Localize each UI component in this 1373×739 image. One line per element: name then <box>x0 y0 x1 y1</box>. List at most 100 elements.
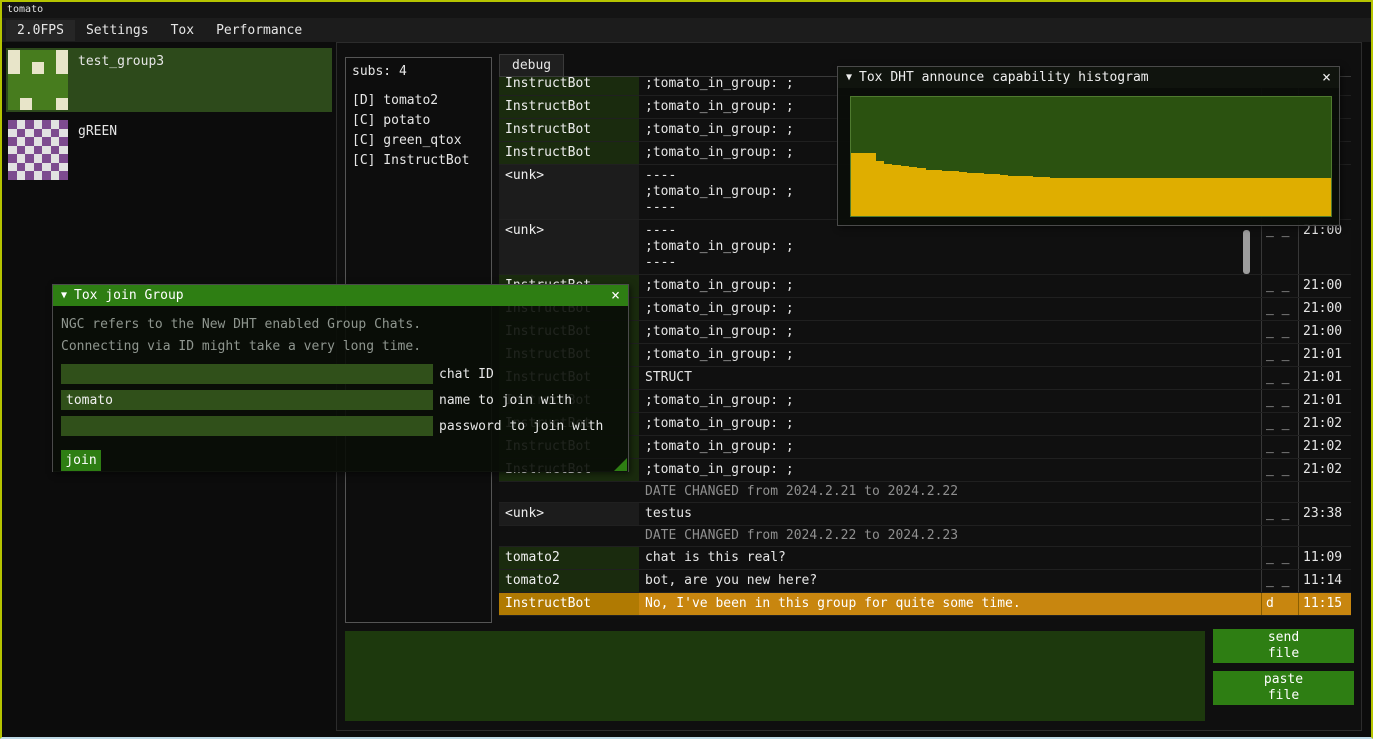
collapse-icon[interactable]: ▼ <box>846 72 852 83</box>
message-text: ----;tomato_in_group: ;---- <box>639 220 1261 274</box>
histogram-titlebar[interactable]: ▼ Tox DHT announce capability histogram … <box>838 67 1339 88</box>
message-status: _ _ <box>1261 298 1298 320</box>
message-text: STRUCT <box>639 367 1261 389</box>
message-text: ;tomato_in_group: ; <box>639 321 1261 343</box>
histogram-bin <box>1249 178 1257 216</box>
message-status <box>1261 526 1298 546</box>
histogram-bin <box>984 174 992 216</box>
message-time <box>1298 526 1351 546</box>
message-status: _ _ <box>1261 390 1298 412</box>
message-status: _ _ <box>1261 459 1298 481</box>
histogram-bin <box>1124 178 1132 216</box>
histogram-bin <box>1240 178 1248 216</box>
window-title: tomato <box>7 4 43 15</box>
histogram-bin <box>1083 178 1091 216</box>
message-row[interactable]: tomato2bot, are you new here?_ _11:14 <box>499 570 1351 593</box>
join-hint-2: Connecting via ID might take a very long… <box>53 336 628 358</box>
histogram-bin <box>926 170 934 216</box>
histogram-bin <box>959 172 967 216</box>
histogram-bin <box>1224 178 1232 216</box>
message-author: tomato2 <box>499 570 639 592</box>
message-row[interactable]: DATE CHANGED from 2024.2.21 to 2024.2.22 <box>499 482 1351 503</box>
histogram-bin <box>1315 178 1323 216</box>
message-author: InstructBot <box>499 77 639 95</box>
password-field[interactable] <box>61 416 433 436</box>
join-field-row: chat ID <box>61 364 620 384</box>
collapse-icon[interactable]: ▼ <box>61 290 67 301</box>
sidebar-group-green[interactable]: gREEN <box>6 118 332 182</box>
close-icon[interactable]: × <box>1322 67 1331 88</box>
menu-item-tox[interactable]: Tox <box>160 20 205 41</box>
message-time: 11:09 <box>1298 547 1351 569</box>
join-hint-1: NGC refers to the New DHT enabled Group … <box>53 314 628 336</box>
messages-scrollbar[interactable] <box>1243 230 1250 274</box>
histogram-bin <box>892 165 900 216</box>
resize-grip[interactable] <box>614 458 627 471</box>
join-button[interactable]: join <box>61 450 101 471</box>
join-group-title: Tox join Group <box>74 288 184 303</box>
message-text: No, I've been in this group for quite so… <box>639 593 1261 615</box>
histogram-bin <box>1273 178 1281 216</box>
histogram-bin <box>1298 178 1306 216</box>
histogram-bin <box>1058 178 1066 216</box>
histogram-bin <box>950 171 958 216</box>
histogram-window: ▼ Tox DHT announce capability histogram … <box>837 66 1340 226</box>
histogram-bin <box>1166 178 1174 216</box>
message-status: _ _ <box>1261 220 1298 274</box>
message-input[interactable] <box>345 631 1205 721</box>
histogram-bin <box>934 170 942 216</box>
message-row[interactable]: InstructBotNo, I've been in this group f… <box>499 593 1351 616</box>
composer <box>345 631 1205 721</box>
menu-item-settings[interactable]: Settings <box>75 20 160 41</box>
histogram-bin <box>868 153 876 216</box>
join-group-window: ▼ Tox join Group × NGC refers to the New… <box>52 284 629 472</box>
histogram-plot <box>850 96 1332 217</box>
menubar: 2.0FPSSettingsToxPerformance <box>2 18 1371 42</box>
message-row[interactable]: DATE CHANGED from 2024.2.22 to 2024.2.23 <box>499 526 1351 547</box>
send-file-label-1: send <box>1268 630 1299 646</box>
chat-id-field[interactable] <box>61 364 433 384</box>
message-row[interactable]: tomato2chat is this real?_ _11:09 <box>499 547 1351 570</box>
paste-file-button[interactable]: paste file <box>1213 671 1354 705</box>
histogram-bin <box>876 161 884 216</box>
message-status: _ _ <box>1261 344 1298 366</box>
sidebar-group-test_group3[interactable]: test_group3 <box>6 48 332 112</box>
menu-item-2-0fps[interactable]: 2.0FPS <box>6 20 75 41</box>
menu-item-performance[interactable]: Performance <box>205 20 313 41</box>
join-fields: chat IDname to join withpassword to join… <box>53 364 628 436</box>
message-row[interactable]: <unk>----;tomato_in_group: ;----_ _21:00 <box>499 220 1351 275</box>
tab-debug[interactable]: debug <box>499 54 564 76</box>
message-row[interactable]: <unk>testus_ _23:38 <box>499 503 1351 526</box>
join-group-titlebar[interactable]: ▼ Tox join Group × <box>53 285 628 306</box>
member-item[interactable]: [D] tomato2 <box>352 91 485 111</box>
message-author <box>499 482 639 502</box>
histogram-bin <box>1025 176 1033 216</box>
histogram-bin <box>1091 178 1099 216</box>
titlebar[interactable]: tomato <box>2 2 1371 18</box>
message-time <box>1298 482 1351 502</box>
histogram-bin <box>1290 178 1298 216</box>
close-icon[interactable]: × <box>611 285 620 306</box>
histogram-bin <box>884 164 892 216</box>
histogram-bin <box>967 173 975 216</box>
histogram-bin <box>1282 178 1290 216</box>
member-item[interactable]: [C] potato <box>352 111 485 131</box>
member-item[interactable]: [C] green_qtox <box>352 131 485 151</box>
member-item[interactable]: [C] InstructBot <box>352 151 485 171</box>
message-time: 21:00 <box>1298 220 1351 274</box>
histogram-bin <box>992 174 1000 216</box>
histogram-bin <box>1207 178 1215 216</box>
histogram-bin <box>1033 177 1041 217</box>
send-file-button[interactable]: send file <box>1213 629 1354 663</box>
message-status: _ _ <box>1261 275 1298 297</box>
histogram-bin <box>1174 178 1182 216</box>
join-field-row: name to join with <box>61 390 620 410</box>
histogram-bin <box>1133 178 1141 216</box>
message-status: _ _ <box>1261 413 1298 435</box>
histogram-bin <box>859 153 867 216</box>
message-time: 21:01 <box>1298 367 1351 389</box>
app-window: tomato 2.0FPSSettingsToxPerformance test… <box>0 0 1373 739</box>
name-field[interactable] <box>61 390 433 410</box>
message-text: bot, are you new here? <box>639 570 1261 592</box>
histogram-bin <box>917 168 925 216</box>
